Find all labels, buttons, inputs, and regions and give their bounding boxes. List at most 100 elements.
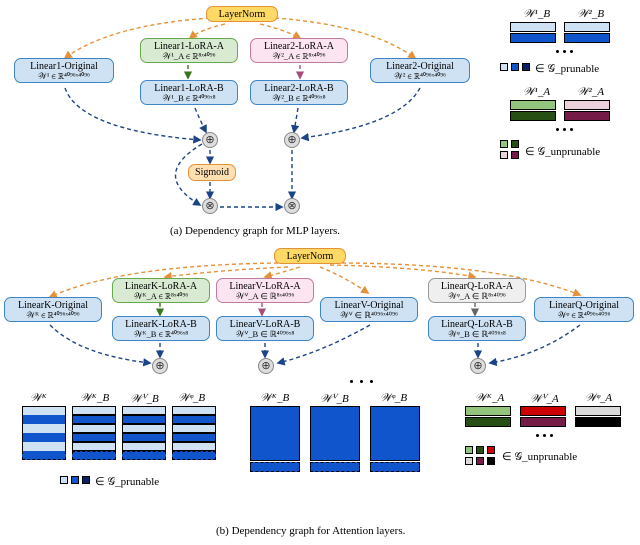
leg-b-wvb-r4 [122, 433, 166, 442]
leg-a-sq6 [500, 151, 508, 159]
vo-sub: 𝒲ⱽ ∈ ℝ⁴⁰⁹⁶ˣ⁴⁰⁹⁶ [324, 311, 414, 320]
addk: ⊕ [152, 358, 168, 374]
leg-bc-bar2 [310, 406, 360, 461]
leg-b-wk: 𝒲ᴷ [30, 392, 47, 405]
leg-br-bar1 [465, 406, 511, 416]
leg-b-prunable: ∈ 𝒢_prunable [95, 475, 159, 489]
leg-a-dot2 [563, 50, 566, 53]
sigmoid: Sigmoid [188, 164, 236, 181]
leg-b-wvb-r1 [122, 406, 166, 415]
layernorm-a: LayerNorm [206, 6, 278, 22]
leg-br-sq5 [476, 457, 484, 465]
leg-b-sq1 [60, 476, 68, 484]
leg-b-wvb: 𝒲ⱽ_B [130, 392, 159, 406]
sigmoid-label: Sigmoid [191, 167, 233, 178]
leg-a-w1b: 𝒲¹_B [523, 8, 550, 21]
b-ell2 [360, 380, 363, 383]
leg-bc-bar3b [370, 462, 420, 472]
leg-a-bar2 [510, 33, 556, 43]
layernorm-b: LayerNorm [274, 248, 346, 264]
linearv-original: LinearV-Original 𝒲ⱽ ∈ ℝ⁴⁰⁹⁶ˣ⁴⁰⁹⁶ [320, 297, 418, 322]
leg-br-dot3 [550, 434, 553, 437]
leg-b-wk-r3 [22, 424, 66, 433]
leg-bc-bar3 [370, 406, 420, 461]
leg-b-wqb-r6 [172, 451, 216, 460]
linear2-lora-a: Linear2-LoRA-A 𝒲²_A ∈ ℝ⁸ˣ⁴⁰⁹⁶ [250, 38, 348, 63]
l2a-sub: 𝒲²_A ∈ ℝ⁸ˣ⁴⁰⁹⁶ [254, 52, 344, 61]
leg-a-bar4 [564, 33, 610, 43]
leg-b-wkb-r6 [72, 451, 116, 460]
leg-a-bar3 [564, 22, 610, 32]
leg-a-bar8 [564, 111, 610, 121]
leg-a-prunable: ∈ 𝒢_prunable [535, 62, 599, 76]
leg-a-dot6 [570, 128, 573, 131]
leg-b-wkb-r3 [72, 424, 116, 433]
leg-a-bar5 [510, 100, 556, 110]
linear2-original-sub: 𝒲² ∈ ℝ⁴⁰⁹⁶ˣ⁴⁰⁹⁶ [374, 72, 466, 81]
qb-sub: 𝒲ᵠ_B ∈ ℝ⁴⁰⁹⁶ˣ⁸ [432, 330, 522, 339]
leg-b-wk-r6 [22, 451, 66, 460]
layernorm-a-label: LayerNorm [210, 9, 274, 20]
leg-br-sq1 [465, 446, 473, 454]
leg-b-wkb: 𝒲ᴷ_B [80, 392, 109, 405]
linear1-lora-b: Linear1-LoRA-B 𝒲¹_B ∈ ℝ⁴⁰⁹⁶ˣ⁸ [140, 80, 238, 105]
leg-br-bar4 [520, 417, 566, 427]
leg-b-wqb-r1 [172, 406, 216, 415]
add2-a: ⊕ [284, 132, 300, 148]
linearv-lora-b: LinearV-LoRA-B 𝒲ⱽ_B ∈ ℝ⁴⁰⁹⁶ˣ⁸ [216, 316, 314, 341]
vb-sub: 𝒲ⱽ_B ∈ ℝ⁴⁰⁹⁶ˣ⁸ [220, 330, 310, 339]
l1b-sub: 𝒲¹_B ∈ ℝ⁴⁰⁹⁶ˣ⁸ [144, 94, 234, 103]
leg-br-sq3 [487, 446, 495, 454]
leg-br-bar2 [465, 417, 511, 427]
leg-br-bar6 [575, 417, 621, 427]
lineark-original: LinearK-Original 𝒲ᴷ ∈ ℝ⁴⁰⁹⁶ˣ⁴⁰⁹⁶ [4, 297, 102, 322]
leg-b-wvb-r5 [122, 442, 166, 451]
mul2-a: ⊗ [284, 198, 300, 214]
addq: ⊕ [470, 358, 486, 374]
leg-a-unprunable: ∈ 𝒢_unprunable [525, 145, 600, 159]
caption-b: (b) Dependency graph for Attention layer… [216, 525, 405, 537]
linear1-lora-a: Linear1-LoRA-A 𝒲¹_A ∈ ℝ⁸ˣ⁴⁰⁹⁶ [140, 38, 238, 63]
qa-sub: 𝒲ᵠ_A ∈ ℝ⁸ˣ⁴⁰⁹⁶ [432, 292, 522, 301]
lineark-lora-a: LinearK-LoRA-A 𝒲ᴷ_A ∈ ℝ⁸ˣ⁴⁰⁹⁶ [112, 278, 210, 303]
leg-a-dot4 [556, 128, 559, 131]
leg-br-dot2 [543, 434, 546, 437]
qo-sub: 𝒲ᵠ ∈ ℝ⁴⁰⁹⁶ˣ⁴⁰⁹⁶ [538, 311, 630, 320]
add1-a: ⊕ [202, 132, 218, 148]
leg-b-wk-r4 [22, 433, 66, 442]
leg-bc-wkb: 𝒲ᴷ_B [260, 392, 289, 405]
leg-b-wqb-r5 [172, 442, 216, 451]
leg-b-wkb-r5 [72, 442, 116, 451]
linear2-lora-b: Linear2-LoRA-B 𝒲²_B ∈ ℝ⁴⁰⁹⁶ˣ⁸ [250, 80, 348, 105]
leg-b-wqb-r2 [172, 415, 216, 424]
linearq-lora-b: LinearQ-LoRA-B 𝒲ᵠ_B ∈ ℝ⁴⁰⁹⁶ˣ⁸ [428, 316, 526, 341]
leg-br-wka: 𝒲ᴷ_A [475, 392, 504, 405]
caption-a: (a) Dependency graph for MLP layers. [170, 225, 340, 237]
lineark-lora-b: LinearK-LoRA-B 𝒲ᴷ_B ∈ ℝ⁴⁰⁹⁶ˣ⁸ [112, 316, 210, 341]
leg-bc-bar1 [250, 406, 300, 461]
linearq-lora-a: LinearQ-LoRA-A 𝒲ᵠ_A ∈ ℝ⁸ˣ⁴⁰⁹⁶ [428, 278, 526, 303]
b-ell1 [350, 380, 353, 383]
leg-a-dot1 [556, 50, 559, 53]
leg-br-bar5 [575, 406, 621, 416]
leg-br-unprunable: ∈ 𝒢_unprunable [502, 450, 577, 464]
leg-a-sq7 [511, 151, 519, 159]
linear2-original: Linear2-Original 𝒲² ∈ ℝ⁴⁰⁹⁶ˣ⁴⁰⁹⁶ [370, 58, 470, 83]
leg-b-wqb: 𝒲ᵠ_B [178, 392, 205, 405]
leg-br-sq4 [465, 457, 473, 465]
leg-a-bar1 [510, 22, 556, 32]
leg-br-sq2 [476, 446, 484, 454]
leg-br-sq6 [487, 457, 495, 465]
linear1-original: Linear1-Original 𝒲¹ ∈ ℝ⁴⁰⁹⁶ˣ⁴⁰⁹⁶ [14, 58, 114, 83]
leg-b-wk-r5 [22, 442, 66, 451]
leg-a-dot3 [570, 50, 573, 53]
va-sub: 𝒲ⱽ_A ∈ ℝ⁸ˣ⁴⁰⁹⁶ [220, 292, 310, 301]
ko-sub: 𝒲ᴷ ∈ ℝ⁴⁰⁹⁶ˣ⁴⁰⁹⁶ [8, 311, 98, 320]
leg-a-sq2 [511, 63, 519, 71]
leg-b-wk-r2 [22, 415, 66, 424]
leg-a-sq5 [511, 140, 519, 148]
leg-br-bar3 [520, 406, 566, 416]
leg-b-wqb-r4 [172, 433, 216, 442]
leg-br-wva: 𝒲ⱽ_A [530, 392, 559, 406]
leg-a-w2a: 𝒲²_A [577, 86, 604, 99]
